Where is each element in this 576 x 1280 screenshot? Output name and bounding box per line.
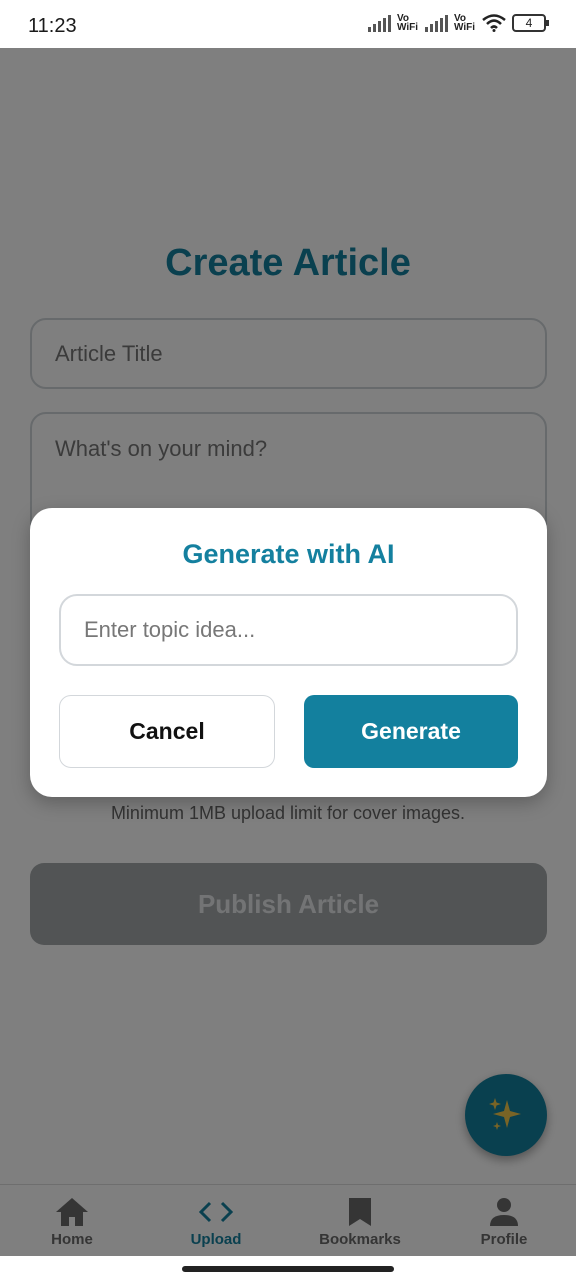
vowifi-indicator: Vo WiFi: [454, 13, 476, 33]
gesture-bar[interactable]: [182, 1266, 394, 1272]
dialog-title: Generate with AI: [182, 539, 395, 569]
generate-button[interactable]: Generate: [304, 695, 518, 768]
vowifi-indicator: Vo WiFi: [397, 13, 419, 33]
status-icons: Vo WiFi Vo WiFi 4: [368, 13, 549, 33]
generate-ai-dialog: Generate with AI Cancel Generate: [30, 508, 547, 797]
status-time: 11:23: [28, 15, 77, 37]
signal-icon: [368, 14, 391, 32]
wifi-icon: [482, 14, 506, 32]
cancel-button[interactable]: Cancel: [59, 695, 275, 768]
signal-icon: [425, 14, 448, 32]
topic-input[interactable]: [59, 594, 518, 666]
battery-icon: 4: [512, 14, 549, 32]
status-bar: 11:23 Vo WiFi Vo WiFi 4: [0, 0, 576, 48]
